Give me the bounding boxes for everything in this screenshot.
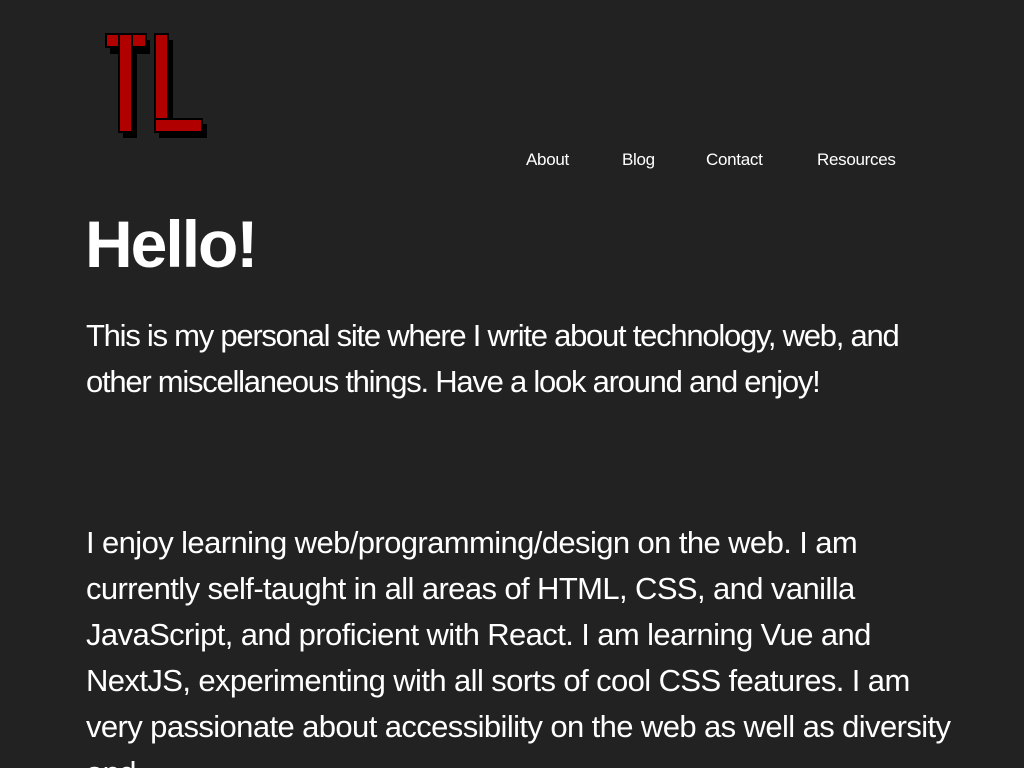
nav-link-resources[interactable]: Resources [817,148,896,172]
nav-link-contact[interactable]: Contact [706,148,763,172]
site-logo[interactable] [104,30,214,142]
page-title: Hello! [85,207,258,281]
nav-link-blog[interactable]: Blog [622,148,655,172]
tl-logo-icon [105,33,207,138]
nav-link-about[interactable]: About [526,148,569,172]
about-paragraph: I enjoy learning web/programming/design … [86,525,951,768]
main-nav: About Blog Contact Resources [0,148,1024,172]
intro-paragraph: This is my personal site where I write a… [86,318,900,399]
page: About Blog Contact Resources Hello! This… [0,0,1024,768]
